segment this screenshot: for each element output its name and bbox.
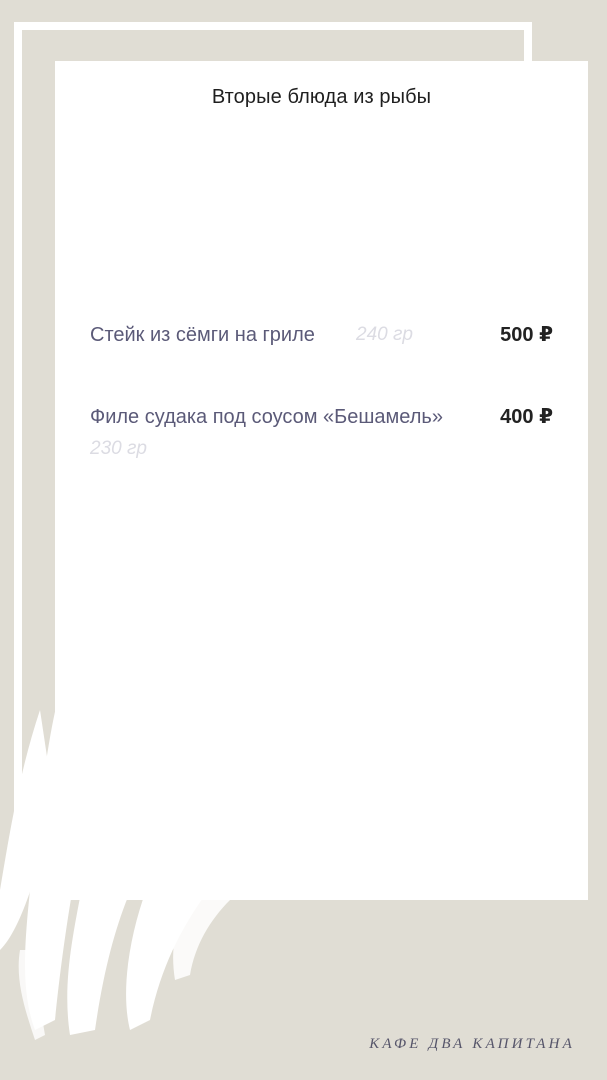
menu-item-weight: 240 гр — [356, 324, 413, 345]
menu-title: Вторые блюда из рыбы — [211, 86, 432, 108]
footer-brand: КАФЕ ДВА КАПИТАНА — [369, 1036, 575, 1052]
menu-item-name: Филе судака под соусом «Бешамель» — [90, 406, 443, 428]
menu-item-price: 400 ₽ — [500, 406, 553, 428]
menu-item-weight: 230 гр — [90, 438, 147, 459]
menu-item-price: 500 ₽ — [500, 324, 553, 346]
menu-card: Вторые блюда из рыбы Стейк из сёмги на г… — [55, 61, 588, 900]
menu-item[interactable]: Стейк из сёмги на гриле 240 гр 500 ₽ — [90, 323, 553, 347]
menu-item[interactable]: Филе судака под соусом «Бешамель» 230 гр… — [90, 405, 553, 461]
menu-page: Вторые блюда из рыбы Стейк из сёмги на г… — [0, 0, 607, 1080]
menu-item-name: Стейк из сёмги на гриле — [90, 324, 315, 346]
